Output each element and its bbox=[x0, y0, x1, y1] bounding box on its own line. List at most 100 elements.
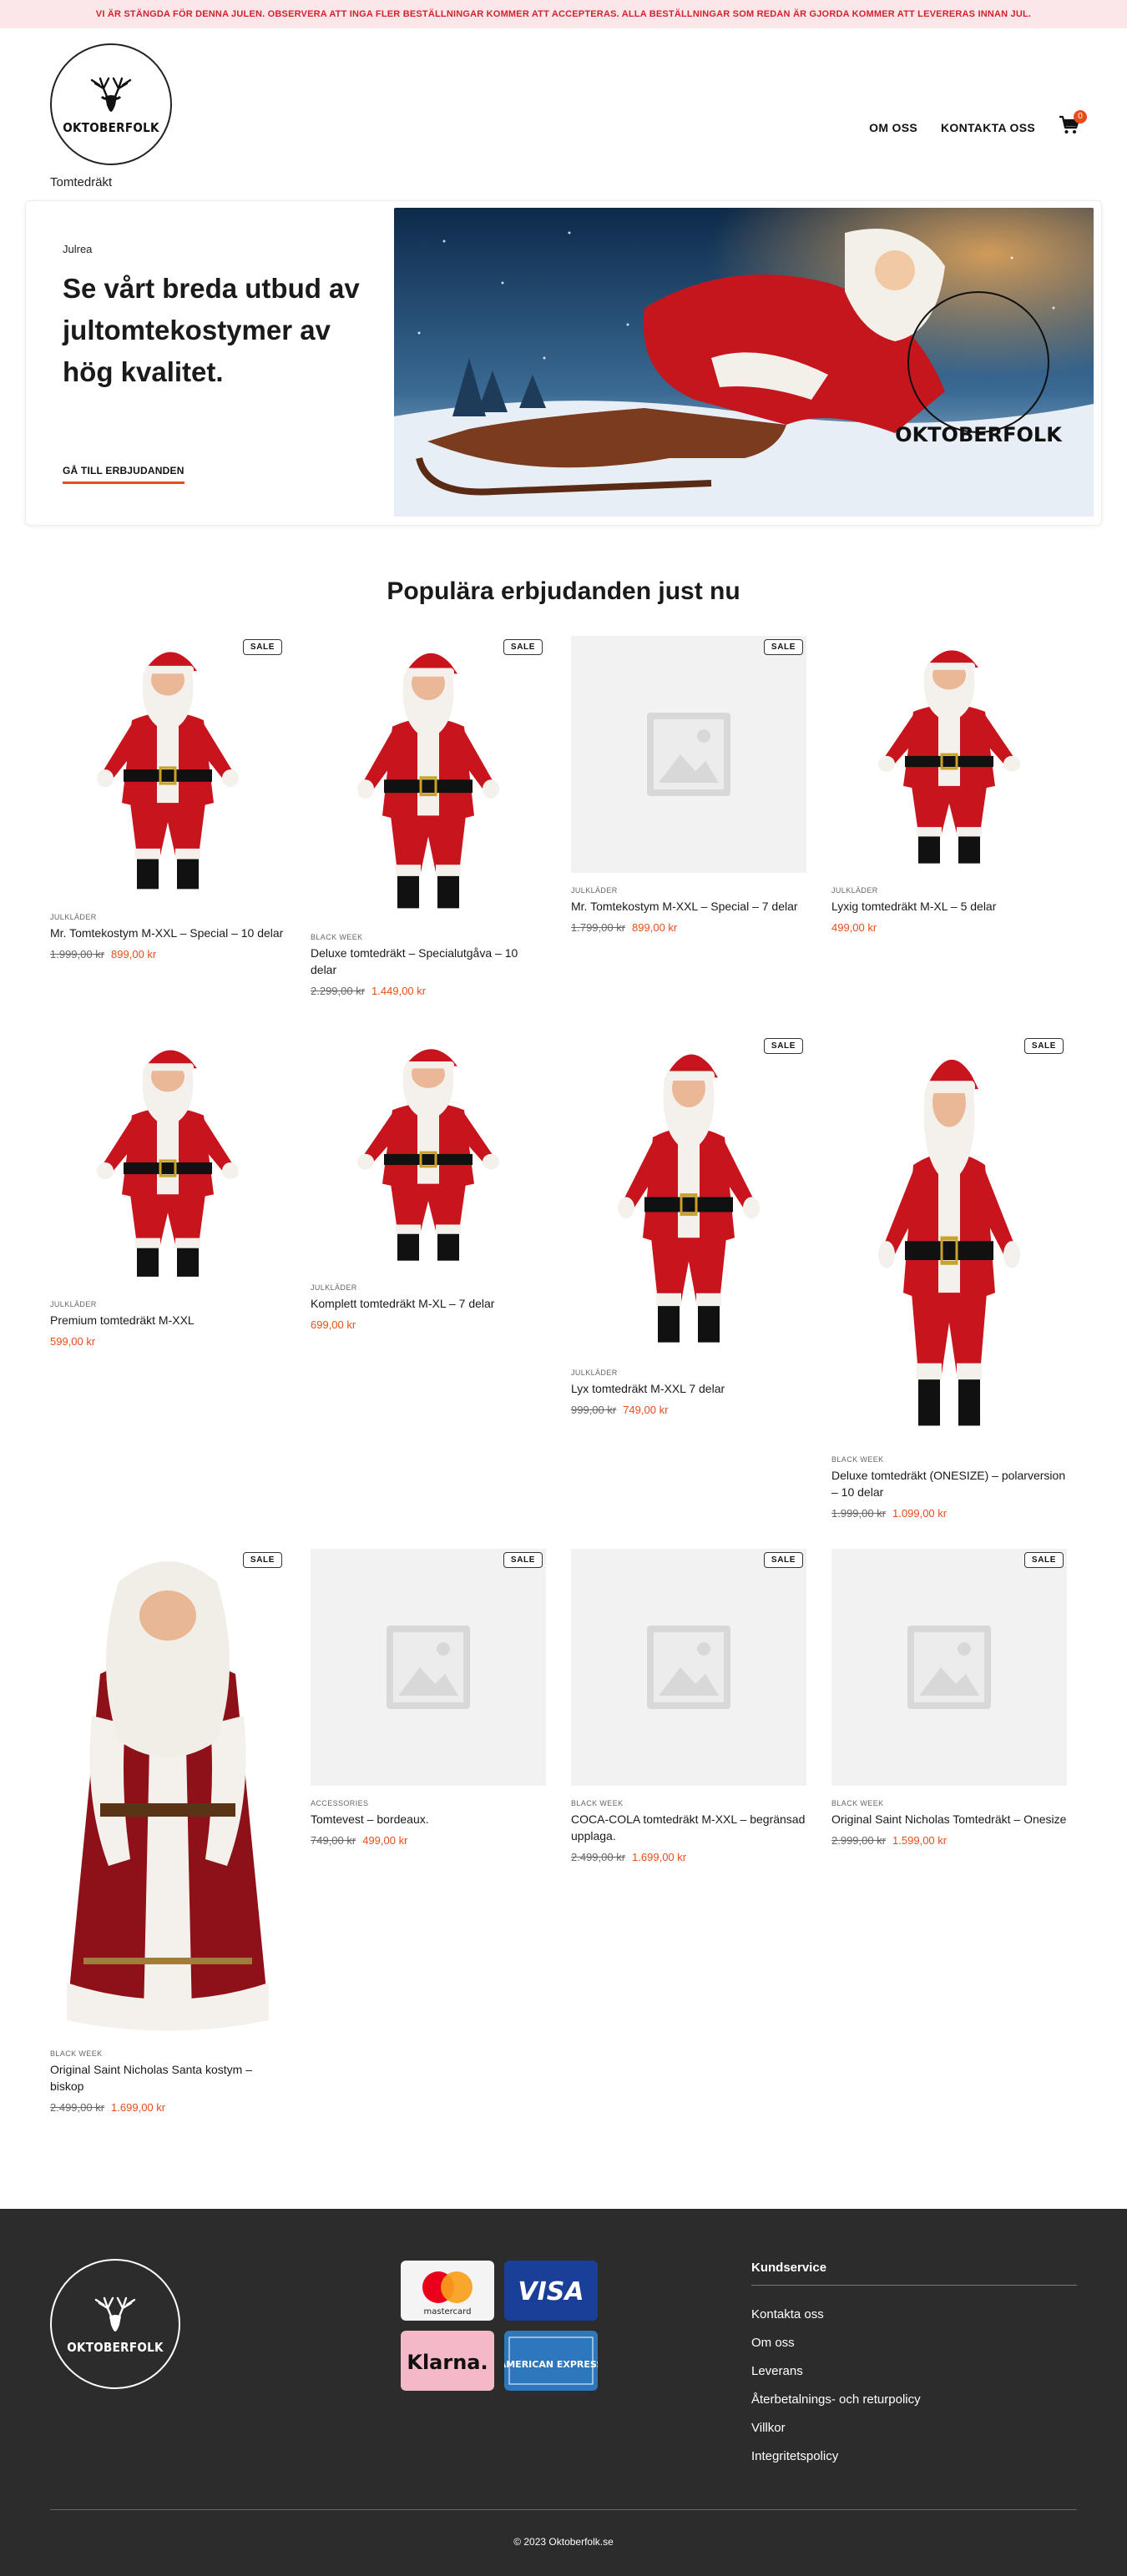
product-price: 2.299,00 kr 1.449,00 kr bbox=[311, 985, 546, 997]
cart-button[interactable]: 0 bbox=[1059, 110, 1087, 140]
product-image[interactable]: SALE bbox=[571, 636, 806, 873]
product-category[interactable]: BLACK WEEK bbox=[571, 1799, 806, 1807]
product-card[interactable]: JULKLÄDER Premium tomtedräkt M-XXL 599,00 … bbox=[50, 1035, 286, 1348]
product-old-price: 2.499,00 kr bbox=[571, 1851, 626, 1863]
hero-heading: Se vårt breda utbud av jultomtekostymer … bbox=[63, 273, 360, 387]
sale-badge: SALE bbox=[503, 1552, 543, 1568]
deer-logo-icon bbox=[94, 2296, 136, 2332]
popular-offers-title: Populära erbjudanden just nu bbox=[387, 577, 740, 605]
sale-badge: SALE bbox=[763, 639, 803, 655]
product-old-price: 2.499,00 kr bbox=[50, 2101, 105, 2114]
product-image[interactable] bbox=[311, 1035, 546, 1270]
product-current-price: 1.099,00 kr bbox=[892, 1507, 948, 1520]
product-name[interactable]: Lyx tomtedräkt M-XXL 7 delar bbox=[571, 1380, 806, 1397]
product-name[interactable]: Mr. Tomtekostym M-XXL – Special – 7 dela… bbox=[571, 898, 806, 915]
product-name[interactable]: Original Saint Nicholas Tomtedräkt – One… bbox=[831, 1811, 1067, 1827]
sale-badge: SALE bbox=[763, 1038, 803, 1054]
santa-robe-photo bbox=[50, 1549, 286, 2036]
footer-logo-wordmark: OKTOBERFOLK bbox=[67, 2340, 164, 2355]
customer-service-menu: Kundservice Kontakta oss Om oss Leverans… bbox=[751, 2261, 1077, 2471]
product-image[interactable]: SALE bbox=[571, 1035, 806, 1355]
product-price: 1.999,00 kr 899,00 kr bbox=[50, 948, 286, 960]
product-card[interactable]: SALE BLACK WEEK Deluxe tomtedräkt – Specia… bbox=[311, 636, 546, 997]
product-category[interactable]: JULKLÄDER bbox=[50, 913, 286, 921]
site-header: OKTOBERFOLK Tomtedräkt OM OSS KONTAKTA O… bbox=[0, 28, 1127, 200]
product-category[interactable]: JULKLÄDER bbox=[50, 1300, 286, 1308]
hero-cta-link[interactable]: GÅ TILL ERBJUDANDEN bbox=[63, 465, 184, 484]
product-category[interactable]: JULKLÄDER bbox=[571, 886, 806, 895]
product-name[interactable]: Deluxe tomtedräkt (ONESIZE) – polarversi… bbox=[831, 1467, 1067, 1500]
placeholder-image-icon bbox=[831, 1549, 1067, 1786]
santa-suit-photo bbox=[311, 636, 546, 920]
nav-kontakta-oss[interactable]: KONTAKTA OSS bbox=[941, 121, 1035, 134]
santa-suit-photo bbox=[571, 1035, 806, 1355]
product-old-price: 749,00 kr bbox=[311, 1834, 356, 1847]
footer-link-villkor[interactable]: Villkor bbox=[751, 2414, 1077, 2442]
product-image[interactable]: SALE bbox=[311, 1549, 546, 1786]
product-category[interactable]: JULKLÄDER bbox=[831, 886, 1067, 895]
product-card[interactable]: SALE JULKLÄDER Mr. Tomtekostym M-XXL – Spe… bbox=[571, 636, 806, 934]
product-current-price: 1.699,00 kr bbox=[632, 1851, 687, 1863]
product-price: 2.499,00 kr 1.699,00 kr bbox=[571, 1851, 806, 1863]
product-card[interactable]: SALE BLACK WEEK Original Saint Nicholas Sa… bbox=[50, 1549, 286, 2114]
main-nav: OM OSS KONTAKTA OSS 0 bbox=[869, 110, 1087, 140]
product-current-price: 1.449,00 kr bbox=[371, 985, 427, 997]
product-category[interactable]: BLACK WEEK bbox=[831, 1455, 1067, 1464]
footer-link-returpolicy[interactable]: Återbetalnings- och returpolicy bbox=[751, 2386, 1077, 2414]
footer-logo[interactable]: OKTOBERFOLK bbox=[50, 2259, 180, 2389]
product-image[interactable] bbox=[831, 636, 1067, 873]
santa-suit-photo bbox=[831, 636, 1067, 873]
product-card[interactable]: SALE ACCESSORIES Tomtevest – bordeaux. 749,… bbox=[311, 1549, 546, 1847]
product-image[interactable]: SALE bbox=[831, 1035, 1067, 1442]
product-card[interactable]: SALE BLACK WEEK Original Saint Nicholas To… bbox=[831, 1549, 1067, 1847]
product-card[interactable]: SALE BLACK WEEK COCA-COLA tomtedräkt M-XXL… bbox=[571, 1549, 806, 1863]
product-category[interactable]: BLACK WEEK bbox=[831, 1799, 1067, 1807]
product-image[interactable]: SALE bbox=[50, 1549, 286, 2036]
product-name[interactable]: Tomtevest – bordeaux. bbox=[311, 1811, 546, 1827]
sale-badge: SALE bbox=[242, 1552, 282, 1568]
product-card[interactable]: SALE BLACK WEEK Deluxe tomtedräkt (ONESIZE… bbox=[831, 1035, 1067, 1520]
product-name[interactable]: Original Saint Nicholas Santa kostym – b… bbox=[50, 2061, 286, 2095]
product-image[interactable]: SALE bbox=[571, 1549, 806, 1786]
svg-text:Klarna.: Klarna. bbox=[407, 2351, 488, 2374]
footer-link-kontakta-oss[interactable]: Kontakta oss bbox=[751, 2301, 1077, 2329]
product-category[interactable]: BLACK WEEK bbox=[311, 933, 546, 941]
product-name[interactable]: Mr. Tomtekostym M-XXL – Special – 10 del… bbox=[50, 925, 286, 941]
product-image[interactable] bbox=[50, 1035, 286, 1287]
product-grid: SALE JULKLÄDER Mr. Tomtekostym M-XXL – Spe… bbox=[0, 636, 1127, 2209]
product-image[interactable]: SALE bbox=[50, 636, 286, 900]
product-price: 749,00 kr 499,00 kr bbox=[311, 1834, 546, 1847]
american-express-logo: AMERICAN EXPRESS bbox=[504, 2331, 598, 2391]
hero-image: OKTOBERFOLK bbox=[394, 208, 1094, 517]
product-price: 1.799,00 kr 899,00 kr bbox=[571, 921, 806, 934]
cart-count-badge: 0 bbox=[1074, 110, 1087, 124]
product-old-price: 1.799,00 kr bbox=[571, 921, 626, 934]
footer-link-integritetspolicy[interactable]: Integritetspolicy bbox=[751, 2442, 1077, 2471]
product-current-price: 499,00 kr bbox=[362, 1834, 408, 1847]
product-name[interactable]: Komplett tomtedräkt M-XL – 7 delar bbox=[311, 1295, 546, 1312]
product-card[interactable]: JULKLÄDER Lyxig tomtedräkt M-XL – 5 delar… bbox=[831, 636, 1067, 934]
hero-banner: Julrea Se vårt breda utbud av jultomteko… bbox=[25, 200, 1102, 526]
site-logo[interactable]: OKTOBERFOLK bbox=[50, 43, 172, 165]
product-image[interactable]: SALE bbox=[311, 636, 546, 920]
product-old-price: 2.299,00 kr bbox=[311, 985, 366, 997]
product-current-price: 899,00 kr bbox=[111, 948, 157, 960]
sale-badge: SALE bbox=[1023, 1038, 1064, 1054]
footer-link-leverans[interactable]: Leverans bbox=[751, 2357, 1077, 2386]
nav-om-oss[interactable]: OM OSS bbox=[869, 121, 917, 134]
product-card[interactable]: SALE JULKLÄDER Mr. Tomtekostym M-XXL – Spe… bbox=[50, 636, 286, 960]
site-title[interactable]: Tomtedräkt bbox=[50, 175, 112, 189]
product-image[interactable]: SALE bbox=[831, 1549, 1067, 1786]
santa-sleigh-image: OKTOBERFOLK bbox=[394, 208, 1094, 517]
product-category[interactable]: BLACK WEEK bbox=[50, 2049, 286, 2058]
product-name[interactable]: Lyxig tomtedräkt M-XL – 5 delar bbox=[831, 898, 1067, 915]
product-category[interactable]: JULKLÄDER bbox=[311, 1283, 546, 1292]
product-category[interactable]: JULKLÄDER bbox=[571, 1369, 806, 1377]
product-name[interactable]: Premium tomtedräkt M-XXL bbox=[50, 1312, 286, 1328]
product-card[interactable]: SALE JULKLÄDER Lyx tomtedräkt M-XXL 7 dela… bbox=[571, 1035, 806, 1416]
product-category[interactable]: ACCESSORIES bbox=[311, 1799, 546, 1807]
footer-link-om-oss[interactable]: Om oss bbox=[751, 2329, 1077, 2357]
product-name[interactable]: COCA-COLA tomtedräkt M-XXL – begränsad u… bbox=[571, 1811, 806, 1844]
product-name[interactable]: Deluxe tomtedräkt – Specialutgåva – 10 d… bbox=[311, 945, 546, 978]
product-card[interactable]: JULKLÄDER Komplett tomtedräkt M-XL – 7 de… bbox=[311, 1035, 546, 1331]
